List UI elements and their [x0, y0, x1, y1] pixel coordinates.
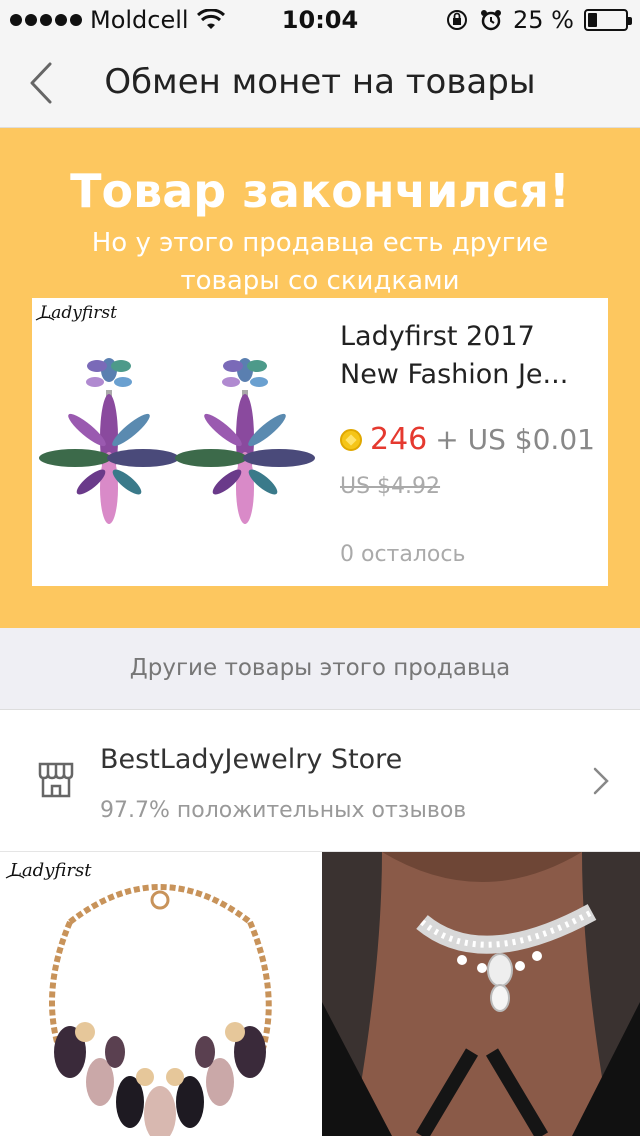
banner-subtitle: Но у этого продавца есть другие товары с… [91, 228, 549, 296]
earrings-image: Ladyfirst [35, 303, 315, 524]
grid-item-choker[interactable] [322, 852, 640, 1136]
store-row[interactable]: BestLadyJewelry Store 97.7% положительны… [0, 710, 640, 852]
product-grid: Ladyfirst [0, 852, 640, 1136]
banner-title: Товар закончился! [70, 164, 570, 218]
orientation-lock-icon [447, 10, 468, 30]
product-name: Ladyfirst 2017 New Fashion Je... [340, 321, 569, 390]
grid-brand-logo: Ladyfirst [9, 860, 92, 881]
chevron-right-icon [593, 767, 609, 795]
coin-icon [340, 428, 362, 451]
other-products-label: Другие товары этого продавца [129, 655, 511, 681]
store-icon [38, 762, 74, 798]
other-products-header: Другие товары этого продавца [0, 628, 640, 710]
grid-item-necklace[interactable]: Ladyfirst [0, 852, 318, 1136]
remaining-count: 0 осталось [340, 542, 466, 567]
necklace-image: Ladyfirst [5, 860, 272, 1136]
status-bar: Moldcell 10:04 25 % [0, 0, 640, 40]
battery-icon [584, 9, 632, 31]
brand-logo: Ladyfirst [39, 303, 117, 323]
product-card[interactable]: Ladyfirst Ladyfirst 2017 New Fashion Je.… [32, 298, 608, 586]
navigation-bar: Обмен монет на товары [0, 40, 640, 128]
store-name: BestLadyJewelry Store [100, 744, 403, 775]
coin-price: 246 [370, 422, 428, 457]
battery-level [588, 13, 597, 27]
choker-image [322, 852, 640, 1136]
out-of-stock-banner: Товар закончился! Но у этого продавца ес… [0, 128, 640, 628]
alarm-icon [481, 10, 502, 31]
page-title: Обмен монет на товары [104, 62, 536, 102]
battery-percent: 25 % [513, 6, 574, 34]
usd-extra-price: + US $0.01 [435, 423, 595, 456]
old-price: US $4.92 [340, 474, 441, 499]
status-right: 25 % [445, 6, 632, 34]
price-row: 246 + US $0.01 [340, 422, 595, 457]
store-rating: 97.7% положительных отзывов [100, 798, 467, 823]
